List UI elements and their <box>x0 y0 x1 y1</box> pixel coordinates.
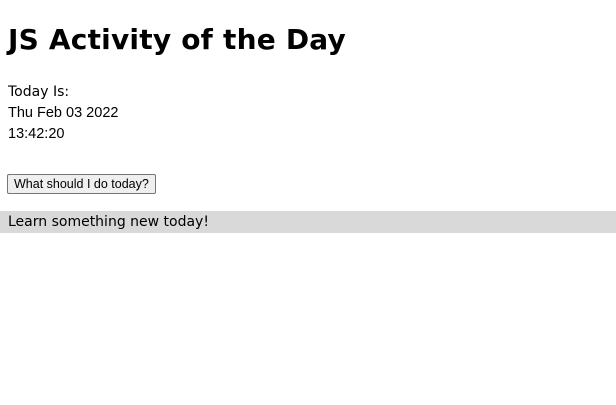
current-date: Thu Feb 03 2022 <box>8 105 119 121</box>
what-should-i-do-button[interactable]: What should I do today? <box>7 174 156 194</box>
current-time: 13:42:20 <box>8 126 65 142</box>
page: JS Activity of the Day Today Is: Thu Feb… <box>0 0 616 405</box>
today-label: Today Is: <box>8 84 70 100</box>
page-title: JS Activity of the Day <box>8 23 346 56</box>
activity-result-text: Learn something new today! <box>8 214 209 230</box>
today-info: Today Is: Thu Feb 03 2022 13:42:20 <box>8 82 118 145</box>
activity-result: Learn something new today! <box>0 211 616 233</box>
